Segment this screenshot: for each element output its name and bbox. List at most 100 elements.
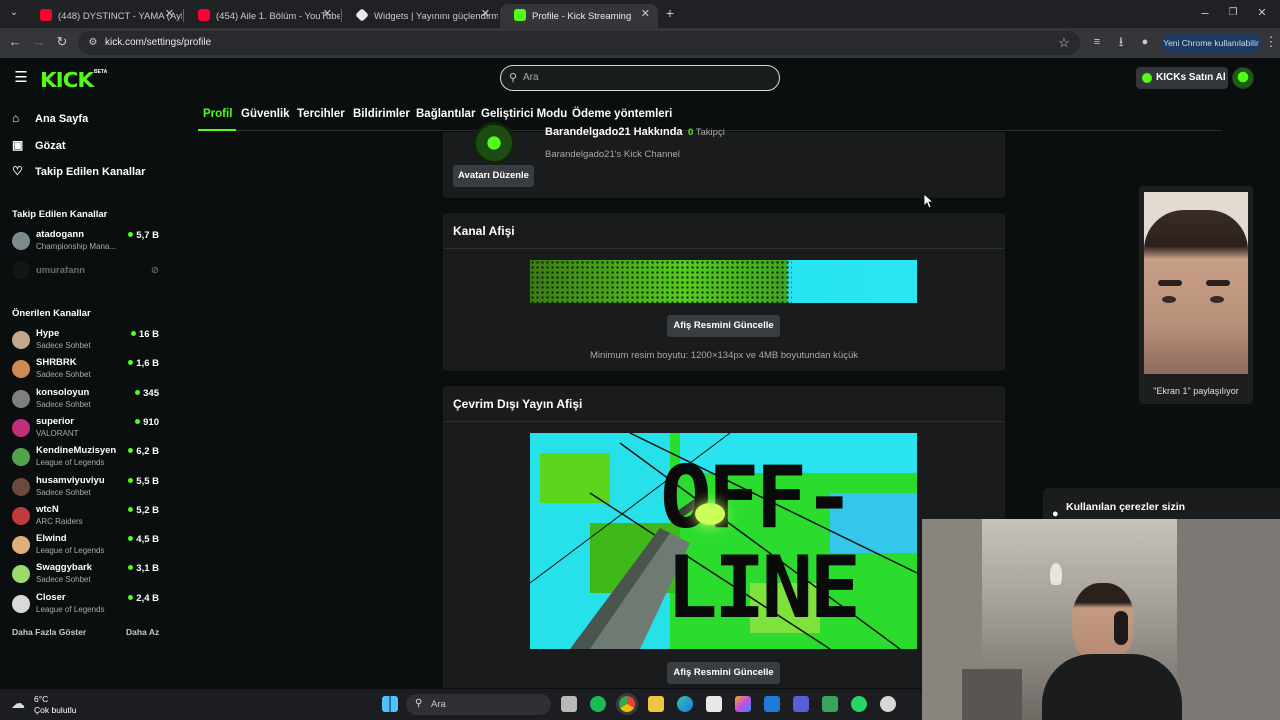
- site-header: ☰ KICK BETA ⚲ Ara KICKs Satın Al: [0, 58, 1280, 98]
- close-tab-icon[interactable]: ✕: [481, 7, 490, 20]
- browser-tab-3[interactable]: Widgets | Yayınını güçlendirmek ✕: [342, 4, 498, 28]
- edit-avatar-button[interactable]: Avatarı Düzenle: [453, 165, 534, 187]
- update-offline-banner-button[interactable]: Afiş Resmini Güncelle: [667, 662, 780, 684]
- recommended-channel-item[interactable]: Hype Sadece Sohbet 16 B: [12, 327, 162, 355]
- chrome-icon[interactable]: [619, 696, 635, 712]
- capture-icon[interactable]: [822, 696, 838, 712]
- windows-taskbar: ☁ 6°C Çok bulutlu ⚲ Ara: [0, 689, 922, 720]
- offline-text-line-2: LINE: [666, 538, 861, 638]
- webcam-preview-image: [1144, 192, 1248, 374]
- recommended-channel-item[interactable]: Elwind League of Legends 4,5 B: [12, 532, 162, 560]
- tab-security[interactable]: Güvenlik: [241, 108, 290, 120]
- recommended-channel-item[interactable]: KendineMuzisyen League of Legends 6,2 B: [12, 444, 162, 472]
- avatar: [12, 565, 30, 584]
- close-tab-icon[interactable]: ✕: [641, 7, 650, 20]
- back-icon[interactable]: ←: [7, 34, 23, 50]
- chrome-menu-icon[interactable]: ⋮: [1263, 34, 1279, 50]
- beta-badge: BETA: [94, 69, 108, 75]
- store-icon[interactable]: [706, 696, 722, 712]
- minimize-icon[interactable]: –: [1197, 5, 1213, 21]
- close-tab-icon[interactable]: ✕: [165, 7, 174, 20]
- tab-title: Profile - Kick Streaming: [532, 10, 632, 22]
- tab-profile[interactable]: Profil: [203, 108, 232, 120]
- avatar: [12, 418, 30, 437]
- browser-tab-1[interactable]: (448) DYSTINCT - YAMA (Aykut ✕: [26, 4, 182, 28]
- mail-icon[interactable]: [764, 696, 780, 712]
- recommended-channel-item[interactable]: husamviyuviyu Sadece Sohbet 5,5 B: [12, 474, 162, 502]
- edge-icon[interactable]: [677, 696, 693, 712]
- search-input[interactable]: ⚲ Ara: [500, 65, 780, 91]
- recommended-channel-item[interactable]: Swaggybark Sadece Sohbet 3,1 B: [12, 561, 162, 589]
- tab-connections[interactable]: Bağlantılar: [416, 108, 475, 120]
- file-explorer-icon[interactable]: [648, 696, 664, 712]
- profile-icon[interactable]: ●: [1137, 34, 1153, 50]
- office-icon[interactable]: [793, 696, 809, 712]
- buy-kicks-label: KICKs Satın Al: [1156, 72, 1226, 83]
- update-banner-button[interactable]: Afiş Resmini Güncelle: [667, 315, 780, 337]
- channel-item-atadogann[interactable]: atadogann Championship Mana... 5,7 B: [12, 228, 162, 256]
- home-icon: ⌂: [12, 111, 20, 125]
- browser-tab-2[interactable]: (454) Aile 1. Bölüm - YouTube ✕: [184, 4, 340, 28]
- live-dot-icon: [135, 389, 141, 395]
- viewer-count: 16 B: [130, 329, 159, 340]
- site-info-icon[interactable]: ⚙: [85, 35, 101, 51]
- channel-name: husamviyuviyu: [36, 474, 105, 486]
- recommended-channel-item[interactable]: Closer League of Legends 2,4 B: [12, 591, 162, 619]
- avatar: [12, 506, 30, 525]
- forward-icon[interactable]: →: [31, 34, 47, 50]
- task-view-icon[interactable]: [561, 696, 577, 712]
- reload-icon[interactable]: ↻: [54, 34, 70, 50]
- recommended-channel-item[interactable]: SHRBRK Sadece Sohbet 1,6 B: [12, 356, 162, 384]
- channel-name: KendineMuzisyen: [36, 445, 117, 457]
- spotify-icon[interactable]: [590, 696, 606, 712]
- tab-preferences[interactable]: Tercihler: [297, 108, 345, 120]
- recommended-channel-item[interactable]: wtcN ARC Raiders 5,2 B: [12, 503, 162, 531]
- buy-kicks-button[interactable]: KICKs Satın Al: [1136, 67, 1228, 89]
- avatar: [12, 389, 30, 408]
- copilot-icon[interactable]: [735, 696, 751, 712]
- show-less-link[interactable]: Daha Az: [126, 627, 159, 637]
- recommended-channel-item[interactable]: konsoloyun Sadece Sohbet 345: [12, 386, 162, 414]
- tab-developer[interactable]: Geliştirici Modu: [481, 108, 567, 120]
- weather-icon: ☁: [11, 695, 25, 711]
- viewer-count-value: 5,7 B: [136, 230, 159, 241]
- search-placeholder: Ara: [523, 72, 539, 83]
- viewer-count: 5,7 B: [128, 230, 159, 241]
- youtube-favicon-icon: [40, 9, 52, 21]
- url-text: kick.com/settings/profile: [105, 37, 212, 48]
- address-bar[interactable]: ⚙ kick.com/settings/profile ☆: [78, 31, 1080, 55]
- channel-category: Sadece Sohbet: [36, 487, 91, 497]
- search-icon: ⚲: [415, 698, 423, 709]
- tab-search-icon[interactable]: ⌄: [6, 5, 22, 21]
- close-tab-icon[interactable]: ✕: [323, 7, 332, 20]
- tab-payment-methods[interactable]: Ödeme yöntemleri: [572, 108, 672, 120]
- live-dot-icon: [128, 477, 134, 483]
- sidebar-item-label: Gözat: [35, 140, 66, 152]
- recommended-channel-item[interactable]: superior VALORANT 910: [12, 415, 162, 443]
- viewer-count-value: 345: [143, 387, 159, 399]
- browser-tab-4-active[interactable]: Profile - Kick Streaming ✕: [500, 4, 658, 28]
- viewer-count: 5,2 B: [128, 505, 159, 516]
- channel-category: Championship Mana...: [36, 242, 117, 251]
- avatar: [12, 448, 30, 467]
- chrome-update-button[interactable]: Yeni Chrome kullanılabilir: [1161, 33, 1261, 53]
- whatsapp-icon[interactable]: [851, 696, 867, 712]
- tab-notifications[interactable]: Bildirimler: [353, 108, 410, 120]
- hamburger-menu-icon[interactable]: ☰: [13, 70, 29, 86]
- show-more-link[interactable]: Daha Fazla Göster: [12, 627, 86, 637]
- maximize-icon[interactable]: ❐: [1225, 5, 1241, 21]
- media-icon[interactable]: ≡: [1089, 34, 1105, 50]
- windows-start-icon[interactable]: [382, 696, 398, 712]
- lamp-light: [695, 503, 725, 525]
- kick-logo[interactable]: KICK: [40, 68, 94, 92]
- browse-icon: ▣: [12, 138, 24, 152]
- channel-item-umurafann[interactable]: umurafann ⊘: [12, 257, 162, 285]
- download-icon[interactable]: ⭳: [1113, 34, 1129, 50]
- bookmark-star-icon[interactable]: ☆: [1056, 35, 1072, 51]
- close-window-icon[interactable]: ✕: [1254, 5, 1270, 21]
- taskbar-search[interactable]: ⚲ Ara: [406, 694, 551, 715]
- user-avatar[interactable]: [1232, 67, 1254, 89]
- weather-desc: Çok bulutlu: [34, 705, 77, 715]
- steam-icon[interactable]: [880, 696, 896, 712]
- new-tab-icon[interactable]: +: [662, 5, 678, 21]
